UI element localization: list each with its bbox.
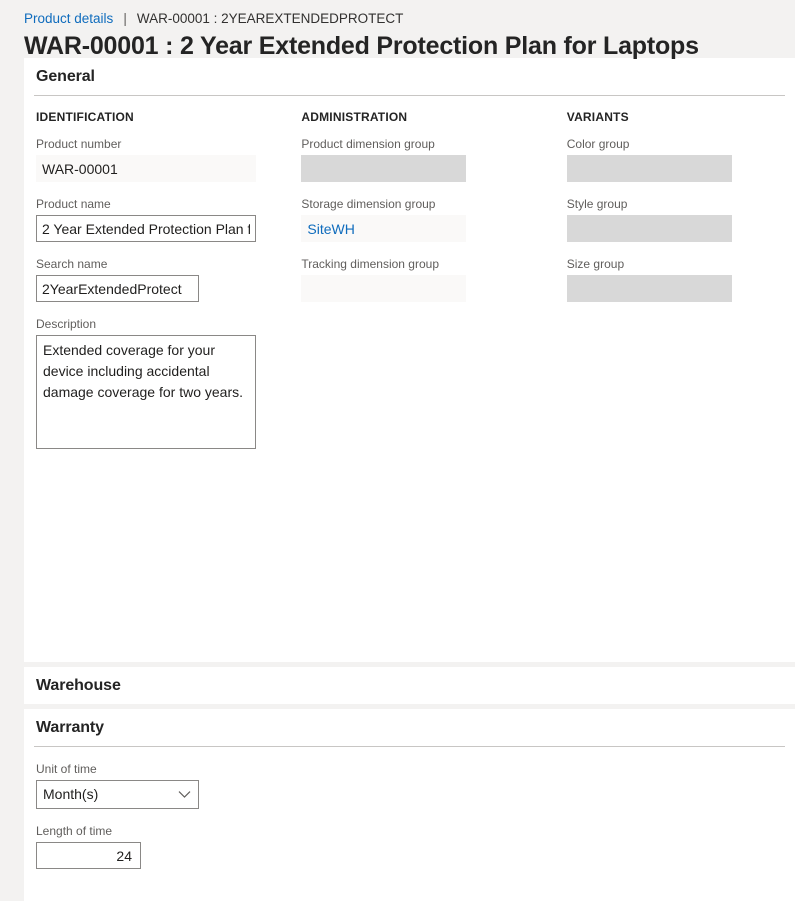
label-unit-of-time: Unit of time <box>36 762 97 776</box>
field-search-name: Search name <box>36 256 301 302</box>
label-search-name: Search name <box>36 257 108 271</box>
unit-of-time-value: Month(s) <box>43 786 99 802</box>
label-description: Description <box>36 317 97 331</box>
panel-warehouse: Warehouse <box>24 667 795 704</box>
field-color-group: Color group <box>566 136 783 182</box>
label-storage-dimension-group: Storage dimension group <box>301 197 436 211</box>
panel-title-warranty: Warranty <box>36 718 104 736</box>
group-administration: ADMINISTRATION Product dimension group S… <box>301 110 566 316</box>
description-textarea[interactable] <box>36 335 256 449</box>
panel-title-general: General <box>36 67 95 85</box>
product-number-input[interactable] <box>36 155 256 182</box>
size-group-input <box>566 275 732 302</box>
label-length-of-time: Length of time <box>36 824 113 838</box>
color-group-input <box>566 155 732 182</box>
field-description: Description <box>36 316 301 454</box>
style-group-input <box>566 215 732 242</box>
label-color-group: Color group <box>566 137 630 151</box>
label-style-group: Style group <box>566 197 628 211</box>
field-style-group: Style group <box>566 196 783 242</box>
panel-header-warranty[interactable]: Warranty <box>24 709 795 746</box>
group-title-variants: VARIANTS <box>566 110 629 124</box>
field-storage-dimension-group: Storage dimension group <box>301 196 566 242</box>
breadcrumb-separator: | <box>123 11 127 26</box>
panel-general: General IDENTIFICATION Product number Pr… <box>24 58 795 662</box>
general-columns: IDENTIFICATION Product number Product na… <box>36 110 783 468</box>
panel-body-warranty: Unit of time Month(s) Length of time <box>24 747 795 901</box>
page-title: WAR-00001 : 2 Year Extended Protection P… <box>24 32 699 60</box>
unit-of-time-select[interactable]: Month(s) <box>36 780 199 809</box>
panel-list: General IDENTIFICATION Product number Pr… <box>0 58 795 901</box>
search-name-input[interactable] <box>36 275 199 302</box>
panel-header-warehouse[interactable]: Warehouse <box>24 667 795 704</box>
panel-header-general[interactable]: General <box>24 58 795 95</box>
group-title-administration: ADMINISTRATION <box>301 110 408 124</box>
group-variants: VARIANTS Color group Style group Size gr… <box>566 110 783 316</box>
panel-body-general: IDENTIFICATION Product number Product na… <box>24 96 795 662</box>
panel-warranty: Warranty Unit of time Month(s) Length of… <box>24 709 795 901</box>
label-product-number: Product number <box>36 137 122 151</box>
field-tracking-dimension-group: Tracking dimension group <box>301 256 566 302</box>
field-unit-of-time: Unit of time Month(s) <box>36 761 783 809</box>
field-product-dimension-group: Product dimension group <box>301 136 566 182</box>
label-tracking-dimension-group: Tracking dimension group <box>301 257 439 271</box>
chevron-down-icon[interactable] <box>178 781 191 808</box>
field-product-number: Product number <box>36 136 301 182</box>
label-size-group: Size group <box>566 257 625 271</box>
group-identification: IDENTIFICATION Product number Product na… <box>36 110 301 468</box>
label-product-dimension-group: Product dimension group <box>301 137 435 151</box>
group-title-identification: IDENTIFICATION <box>36 110 134 124</box>
breadcrumb: Product details | WAR-00001 : 2YEAREXTEN… <box>24 10 795 28</box>
general-panel-spacer <box>36 468 783 644</box>
storage-dimension-group-input[interactable] <box>301 215 467 242</box>
panel-title-warehouse: Warehouse <box>36 676 121 694</box>
field-size-group: Size group <box>566 256 783 302</box>
product-name-input[interactable] <box>36 215 256 242</box>
field-product-name: Product name <box>36 196 301 242</box>
tracking-dimension-group-input[interactable] <box>301 275 467 302</box>
product-dimension-group-input <box>301 155 467 182</box>
label-product-name: Product name <box>36 197 111 211</box>
breadcrumb-link-product-details[interactable]: Product details <box>24 10 113 28</box>
page-header: Product details | WAR-00001 : 2YEAREXTEN… <box>0 0 795 60</box>
length-of-time-input[interactable] <box>36 842 141 869</box>
breadcrumb-current-item: WAR-00001 : 2YEAREXTENDEDPROTECT <box>136 11 404 26</box>
field-length-of-time: Length of time <box>36 823 783 869</box>
